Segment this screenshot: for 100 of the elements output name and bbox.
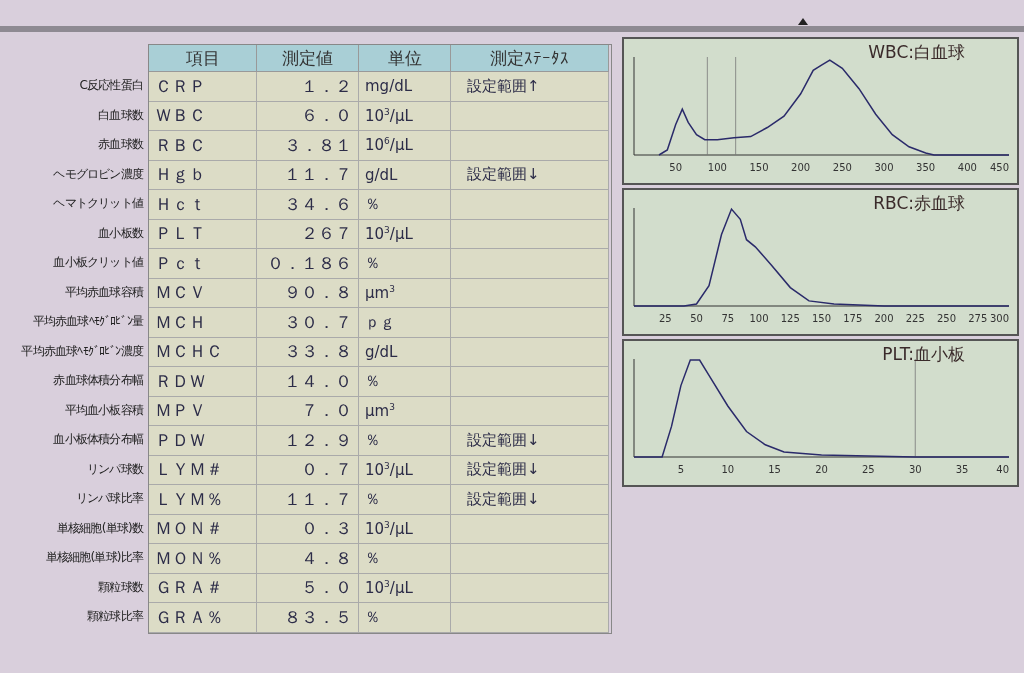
table-cell: ＭＯＮ％ [149,544,257,574]
column-header: 単位 [359,45,451,72]
column-header: 測定値 [257,45,359,72]
axis-tick-label: 35 [955,464,969,475]
unit-text: g/dL [365,165,398,184]
axis-tick-label: 30 [908,464,922,475]
unit-text: 10$^{3}$/μL [365,519,413,538]
table-cell: ＧＲＡ％ [149,603,257,633]
unit-text: ｐｇ [365,312,395,332]
table-cell: ＭＣＨ [149,308,257,338]
axis-tick-label: 250 [936,313,957,324]
axis-tick-label: 100 [707,162,727,173]
table-cell: ＭＰＶ [149,396,257,426]
axis-tick-label: 200 [874,313,894,324]
axis-tick-label: 75 [721,313,735,324]
row-label: C反応性蛋白 [78,77,144,95]
row-label: 赤血球数 [97,136,145,154]
axis-tick-label: 25 [658,313,672,324]
table-cell: ４．８ [257,544,359,574]
column-header: 測定ｽﾃｰﾀｽ [451,45,609,72]
table-cell: ６．０ [257,101,359,131]
axis-tick-label: 15 [768,464,781,475]
axis-tick-label: 400 [957,162,977,173]
unit-text: g/dL [365,342,398,361]
axis-tick-label: 350 [916,162,936,173]
table-cell: ＰＤＷ [149,426,257,456]
table-cell: ＧＲＡ＃ [149,573,257,603]
table-cell: １１．７ [257,160,359,190]
unit-text: 10$^{3}$/μL [365,578,413,597]
axis-tick-label: 450 [989,162,1009,173]
row-label: 白血球数 [97,106,145,124]
table-cell: ０．３ [257,514,359,544]
unit-text: 10$^{6}$/μL [365,136,413,155]
row-label: 平均赤血球ﾍﾓｸﾞﾛﾋﾞﾝ濃度 [20,342,145,360]
table-cell: ＭＣＶ [149,278,257,308]
table-cell: ７．０ [257,396,359,426]
table-cell: 設定範囲↓ [451,160,609,190]
table-cell: 設定範囲↓ [451,455,609,485]
table-cell: ０．１８６ [257,249,359,279]
row-label: リンパ球比率 [74,490,145,508]
table-cell: １２．９ [257,426,359,456]
axis-tick-label: 40 [996,464,1009,475]
axis-tick-label: 10 [721,464,735,475]
axis-tick-label: 200 [791,162,811,173]
axis-tick-label: 5 [677,464,685,475]
unit-text: 10$^{3}$/μL [365,460,413,479]
table-cell: ＲＢＣ [149,131,257,161]
axis-tick-label: 225 [905,313,925,324]
unit-text: 10$^{3}$/μL [365,106,413,125]
axis-tick-label: 175 [843,313,863,324]
unit-text: mg/dL [365,77,413,96]
column-header: 項目 [149,45,257,72]
table-cell: ０．７ [257,455,359,485]
table-cell: 設定範囲↓ [451,426,609,456]
histogram-title: RBC:赤血球 [873,192,965,215]
table-cell: ＲＤＷ [149,367,257,397]
row-label: 顆粒球数 [97,578,145,596]
axis-tick-label: 300 [989,313,1009,324]
axis-tick-label: 250 [832,162,852,173]
axis-tick-label: 275 [968,313,988,324]
table-cell: ＬＹＭ％ [149,485,257,515]
table-cell: ３３．８ [257,337,359,367]
unit-text: ％ [365,430,380,450]
axis-tick-label: 50 [669,162,683,173]
table-cell: １．２ [257,72,359,102]
row-label: 顆粒球比率 [86,608,145,626]
table-cell: 設定範囲↑ [451,72,609,102]
unit-text: μm$^{3}$ [365,401,395,420]
unit-text: ％ [365,548,380,568]
row-label: 平均血小板容積 [63,401,145,419]
triangle-icon[interactable] [798,18,808,25]
table-cell: 設定範囲↓ [451,485,609,515]
row-label: 赤血球体積分布幅 [52,372,145,390]
row-label: 平均赤血球容積 [63,283,145,301]
row-label: リンパ球数 [86,460,145,478]
table-cell: ３．８１ [257,131,359,161]
table-cell: ５．０ [257,573,359,603]
unit-text: 10$^{3}$/μL [365,224,413,243]
unit-text: μm$^{3}$ [365,283,395,302]
table-cell: ＣＲＰ [149,72,257,102]
row-label: 単核細胞(単球)数 [55,519,145,537]
axis-tick-label: 50 [690,313,703,324]
table-cell: １４．０ [257,367,359,397]
table-cell: ８３．５ [257,603,359,633]
histogram-title: PLT:血小板 [882,343,965,366]
row-label: 単核細胞(単球)比率 [44,549,145,567]
table-cell: Ｈｇｂ [149,160,257,190]
table-cell: ＭＯＮ＃ [149,514,257,544]
axis-tick-label: 100 [749,313,769,324]
row-label: ヘモグロビン濃度 [52,165,145,183]
row-label: ヘマトクリット値 [52,195,145,213]
axis-tick-label: 150 [749,162,769,173]
table-cell: ＰＬＴ [149,219,257,249]
axis-tick-label: 150 [811,313,832,324]
axis-tick-label: 20 [815,464,828,475]
unit-text: ％ [365,489,380,509]
table-cell: ３０．７ [257,308,359,338]
axis-tick-label: 300 [874,162,894,173]
table-cell: ９０．８ [257,278,359,308]
table-cell: １１．７ [257,485,359,515]
